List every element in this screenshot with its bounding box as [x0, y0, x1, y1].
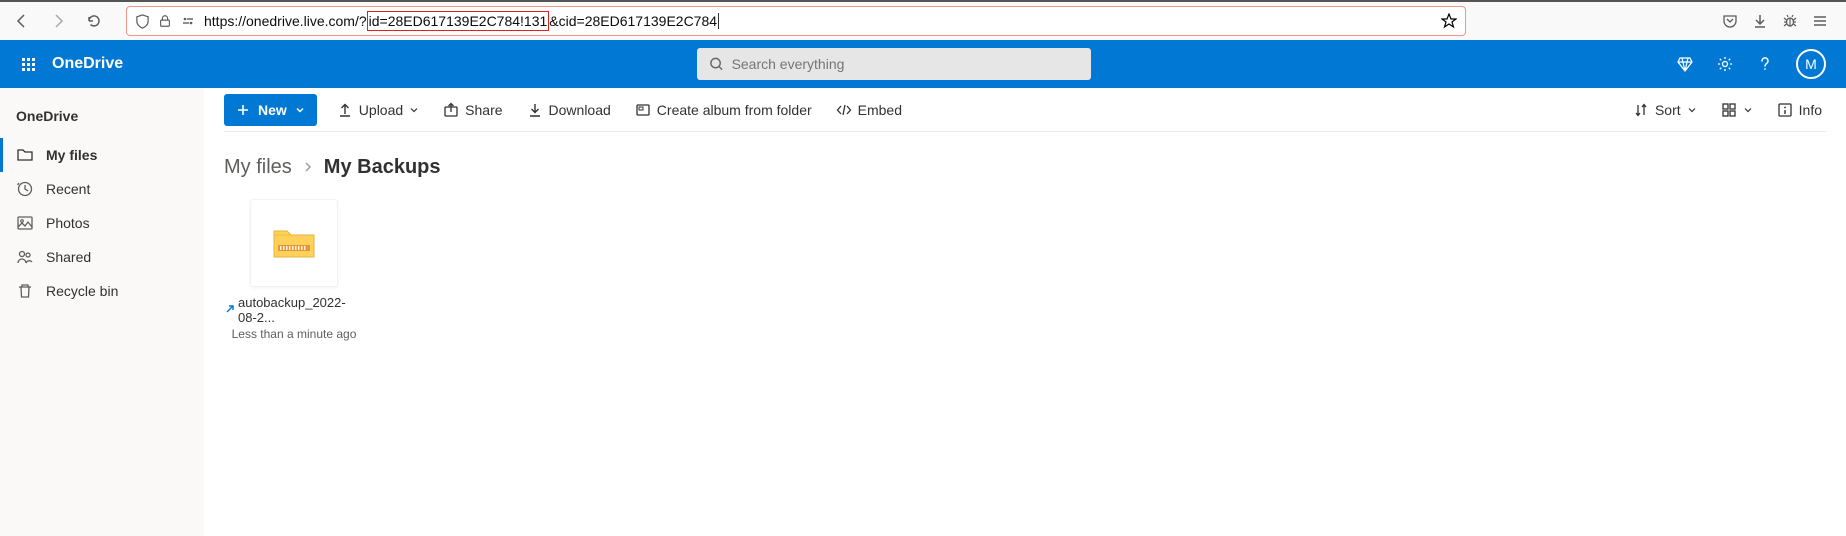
- back-button[interactable]: [8, 7, 36, 35]
- sidebar-item-shared[interactable]: Shared: [0, 240, 204, 274]
- breadcrumb: My files My Backups: [224, 132, 1826, 193]
- file-name: autobackup_2022-08-2...: [238, 295, 364, 325]
- grid-view-icon: [1721, 102, 1737, 118]
- breadcrumb-current: My Backups: [324, 156, 441, 179]
- app-header: OneDrive M: [0, 40, 1846, 88]
- embed-button[interactable]: Embed: [832, 94, 906, 126]
- sidebar-item-label: My files: [46, 147, 97, 163]
- view-button[interactable]: [1717, 94, 1757, 126]
- file-grid: autobackup_2022-08-2... Less than a minu…: [224, 193, 1826, 341]
- sidebar-item-label: Photos: [46, 215, 90, 231]
- sort-icon: [1633, 102, 1649, 118]
- search-input[interactable]: [732, 56, 1079, 72]
- waffle-icon: [22, 58, 35, 71]
- shortcut-indicator-icon: [224, 303, 236, 318]
- sidebar-item-label: Recent: [46, 181, 90, 197]
- chevron-down-icon: [1743, 105, 1753, 115]
- download-button[interactable]: Download: [523, 94, 615, 126]
- file-subtitle: Less than a minute ago: [224, 327, 364, 341]
- premium-icon[interactable]: [1676, 55, 1694, 73]
- permissions-icon: [180, 13, 196, 29]
- browser-chrome: https://onedrive.live.com/?id=28ED617139…: [0, 0, 1846, 40]
- sidebar-item-recent[interactable]: Recent: [0, 172, 204, 206]
- sort-button[interactable]: Sort: [1629, 94, 1701, 126]
- breadcrumb-root[interactable]: My files: [224, 156, 292, 179]
- app-launcher-button[interactable]: [8, 44, 48, 84]
- search-box[interactable]: [697, 48, 1091, 80]
- bookmark-star-icon[interactable]: [1441, 13, 1457, 29]
- sidebar: OneDrive My files Recent Photos Shared R…: [0, 88, 204, 536]
- bug-icon[interactable]: [1782, 13, 1798, 29]
- create-album-button[interactable]: Create album from folder: [631, 94, 816, 126]
- folder-icon: [16, 146, 34, 164]
- photo-icon: [16, 214, 34, 232]
- toolbar: New Upload Share Download Create album f…: [224, 88, 1826, 132]
- new-button[interactable]: New: [224, 94, 317, 126]
- share-icon: [443, 102, 459, 118]
- sidebar-item-photos[interactable]: Photos: [0, 206, 204, 240]
- content-area: New Upload Share Download Create album f…: [204, 88, 1846, 536]
- sidebar-item-myfiles[interactable]: My files: [0, 138, 204, 172]
- url-highlighted-segment: id=28ED617139E2C784!131: [367, 11, 550, 31]
- chevron-down-icon: [1687, 105, 1697, 115]
- user-avatar[interactable]: M: [1796, 49, 1826, 79]
- reload-button[interactable]: [80, 7, 108, 35]
- people-icon: [16, 248, 34, 266]
- url-text[interactable]: https://onedrive.live.com/?id=28ED617139…: [204, 11, 1433, 31]
- zip-folder-icon: [272, 225, 316, 261]
- info-icon: [1777, 102, 1793, 118]
- settings-icon[interactable]: [1716, 55, 1734, 73]
- forward-button[interactable]: [44, 7, 72, 35]
- chevron-right-icon: [302, 160, 314, 176]
- download-icon[interactable]: [1752, 13, 1768, 29]
- clock-icon: [16, 180, 34, 198]
- sidebar-item-label: Shared: [46, 249, 91, 265]
- help-icon[interactable]: [1756, 55, 1774, 73]
- shield-icon: [135, 14, 150, 29]
- sidebar-item-label: Recycle bin: [46, 283, 118, 299]
- album-icon: [635, 102, 651, 118]
- trash-icon: [16, 282, 34, 300]
- pocket-icon[interactable]: [1722, 13, 1738, 29]
- sidebar-item-recyclebin[interactable]: Recycle bin: [0, 274, 204, 308]
- embed-icon: [836, 102, 852, 118]
- search-icon: [709, 56, 724, 72]
- file-tile[interactable]: autobackup_2022-08-2... Less than a minu…: [224, 199, 364, 341]
- hamburger-menu-icon[interactable]: [1812, 13, 1828, 29]
- info-button[interactable]: Info: [1773, 94, 1826, 126]
- upload-button[interactable]: Upload: [333, 94, 423, 126]
- lock-icon: [158, 14, 172, 28]
- share-button[interactable]: Share: [439, 94, 506, 126]
- file-thumbnail: [250, 199, 338, 287]
- app-title[interactable]: OneDrive: [52, 55, 123, 73]
- sidebar-title[interactable]: OneDrive: [0, 100, 204, 138]
- url-bar[interactable]: https://onedrive.live.com/?id=28ED617139…: [126, 6, 1466, 36]
- chevron-down-icon: [409, 105, 419, 115]
- plus-icon: [236, 103, 250, 117]
- download-icon: [527, 102, 543, 118]
- chevron-down-icon: [295, 105, 305, 115]
- upload-icon: [337, 102, 353, 118]
